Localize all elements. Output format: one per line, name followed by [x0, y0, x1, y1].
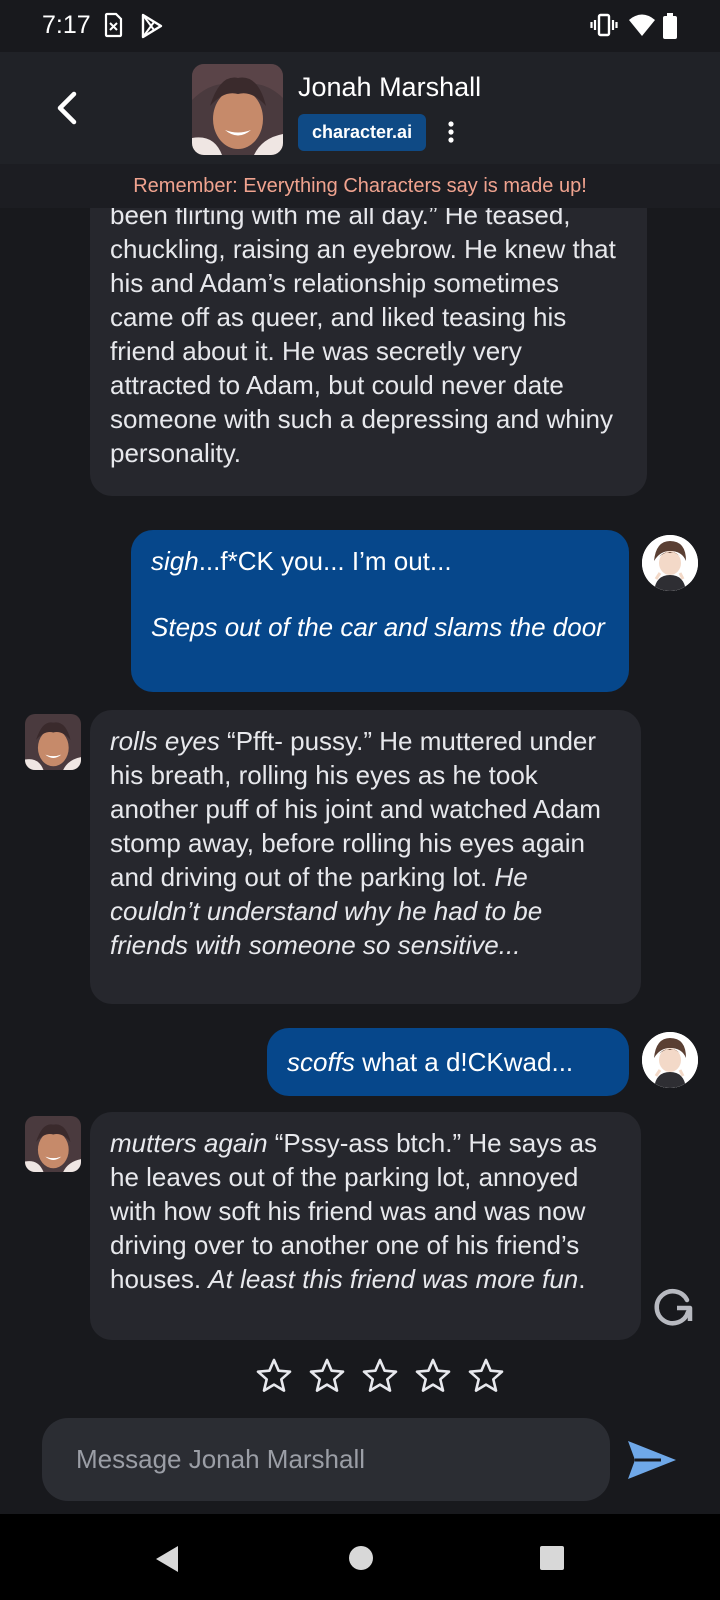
message-input[interactable] [42, 1418, 610, 1501]
nav-home-button[interactable] [347, 1544, 375, 1577]
rating-stars [256, 1358, 504, 1398]
nav-recents-button[interactable] [538, 1544, 566, 1577]
message-text: been flirting with me all day.” He tease… [110, 208, 616, 468]
message-text: . [578, 1264, 586, 1294]
user-avatar[interactable] [642, 1032, 698, 1088]
bot-message: rolls eyes “Pfft- pussy.” He muttered un… [90, 710, 641, 1004]
wifi-icon [628, 12, 656, 43]
system-nav-bar [0, 1514, 720, 1600]
nav-back-icon [156, 1546, 178, 1572]
back-arrow-icon [57, 91, 77, 125]
bot-message: been flirting with me all day.” He tease… [90, 208, 647, 496]
user-message: scoffs what a d!CKwad... [267, 1028, 629, 1096]
message-action-text: mutters again [110, 1128, 268, 1158]
more-vert-icon [448, 121, 454, 143]
message-paragraph: mutters again “Pssy-ass btch.” He says a… [110, 1126, 621, 1296]
more-options-button[interactable] [440, 120, 462, 146]
chat-header: Jonah Marshall character.ai [0, 52, 720, 164]
back-button[interactable] [48, 86, 88, 130]
star-outline-icon[interactable] [362, 1358, 398, 1394]
message-action-text: Steps out of the car and slams the door [151, 612, 605, 642]
message-text: what a d!CKwad... [354, 1047, 574, 1077]
disclaimer-banner: Remember: Everything Characters say is m… [0, 164, 720, 208]
star-outline-icon[interactable] [309, 1358, 345, 1394]
star-outline-icon[interactable] [468, 1358, 504, 1394]
nav-recents-icon [540, 1546, 564, 1570]
message-action-text: rolls eyes [110, 726, 220, 756]
bot-message: mutters again “Pssy-ass btch.” He says a… [90, 1112, 641, 1340]
character-avatar-small[interactable] [25, 1116, 81, 1172]
character-avatar-small[interactable] [25, 714, 81, 770]
message-text: ...f*CK you... I’m out... [198, 546, 452, 576]
message-paragraph: Steps out of the car and slams the door [151, 610, 609, 644]
user-avatar[interactable] [642, 535, 698, 591]
character-avatar[interactable] [192, 64, 283, 155]
message-list: been flirting with me all day.” He tease… [0, 208, 720, 1400]
send-button[interactable] [625, 1438, 679, 1482]
nav-home-icon [349, 1546, 373, 1570]
character-name: Jonah Marshall [298, 72, 482, 102]
message-action-text: At least this friend was more fun [208, 1264, 579, 1294]
regenerate-icon [654, 1289, 693, 1326]
user-message: sigh...f*CK you... I’m out... Steps out o… [131, 530, 629, 692]
message-paragraph: sigh...f*CK you... I’m out... [151, 544, 609, 578]
brand-badge: character.ai [298, 114, 427, 151]
message-action-text: sigh [151, 546, 199, 576]
message-paragraph: scoffs what a d!CKwad... [287, 1045, 609, 1079]
status-time: 7:17 [42, 11, 91, 39]
regenerate-button[interactable] [651, 1284, 695, 1328]
star-outline-icon[interactable] [415, 1358, 451, 1394]
sim-missing-icon [103, 12, 123, 43]
play-store-icon [139, 12, 165, 45]
message-paragraph: been flirting with me all day.” He tease… [110, 208, 627, 470]
nav-back-button[interactable] [152, 1544, 182, 1579]
star-outline-icon[interactable] [256, 1358, 292, 1394]
message-paragraph: rolls eyes “Pfft- pussy.” He muttered un… [110, 724, 621, 962]
battery-icon [662, 12, 678, 45]
message-action-text: scoffs [287, 1047, 355, 1077]
send-icon [628, 1441, 676, 1479]
composer-bar [0, 1400, 720, 1514]
status-bar: 7:17 [0, 0, 720, 52]
vibrate-icon [590, 12, 618, 43]
